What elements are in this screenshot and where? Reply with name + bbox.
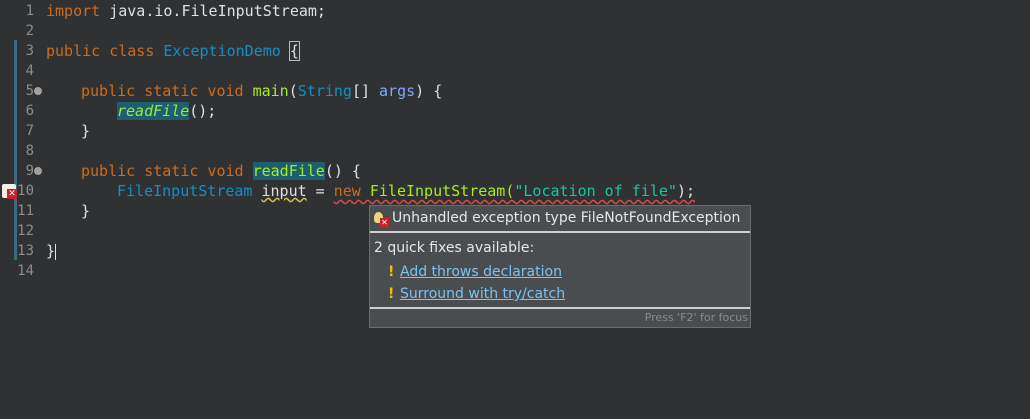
- code-line-1: import java.io.FileInputStream;: [46, 1, 326, 21]
- error-x-icon: ✕: [7, 189, 17, 199]
- popup-subtitle: 2 quick fixes available:: [374, 240, 535, 256]
- keyword: public static void: [81, 82, 244, 100]
- code-line-5: public static void main(String[] args) {: [81, 81, 442, 101]
- line-number: 1: [25, 3, 34, 19]
- method-name: main: [252, 82, 289, 100]
- variable-warning: input: [261, 182, 307, 200]
- code-line-6: readFile();: [117, 101, 216, 121]
- keyword: import: [46, 2, 101, 20]
- line-number: 14: [17, 263, 34, 279]
- surround-try-catch-link[interactable]: Surround with try/catch: [400, 283, 565, 305]
- keyword: public class: [46, 42, 155, 60]
- code-line-3: public class ExceptionDemo {: [46, 41, 300, 61]
- line-number: 9: [25, 163, 34, 179]
- method-name-highlighted: readFile: [252, 162, 325, 180]
- type-name: String: [297, 82, 352, 100]
- editor-gutter: 1 2 3 4 5 6 7 8 9 10 11 12 13 14 ✕: [0, 0, 42, 419]
- quick-fix-popup[interactable]: ✕ Unhandled exception type FileNotFoundE…: [369, 205, 751, 328]
- line-number: 7: [25, 123, 34, 139]
- add-throws-link[interactable]: Add throws declaration: [400, 261, 562, 283]
- line-number: 2: [25, 23, 34, 39]
- punctuation: );: [676, 182, 695, 200]
- import-path: java.io.FileInputStream;: [100, 2, 326, 20]
- code-line-10: FileInputStream input = new FileInputStr…: [117, 181, 695, 201]
- warning-bang-icon: !: [388, 264, 395, 280]
- line-number: 11: [17, 203, 34, 219]
- constructor-call: FileInputStream(: [369, 182, 515, 200]
- warning-bang-icon: !: [388, 286, 395, 302]
- code-line-9: public static void readFile() {: [81, 161, 361, 181]
- string-literal: "Location of file": [514, 182, 677, 200]
- operator: =: [306, 182, 334, 200]
- punctuation: (: [288, 82, 298, 100]
- punctuation: []: [351, 82, 380, 100]
- popup-header: ✕ Unhandled exception type FileNotFoundE…: [370, 206, 750, 233]
- line-number: 12: [17, 223, 34, 239]
- line-number: 4: [25, 63, 34, 79]
- text-caret: [55, 243, 57, 260]
- method-call-highlighted: readFile: [117, 102, 190, 120]
- error-quickfix-icon[interactable]: ✕: [2, 184, 17, 199]
- line-number: 5: [25, 83, 34, 99]
- collapse-fold-icon[interactable]: [34, 167, 42, 175]
- quick-fix-item[interactable]: ! Add throws declaration: [388, 261, 562, 283]
- line-number: 13: [17, 243, 34, 259]
- code-line-11: }: [81, 202, 91, 220]
- punctuation: () {: [324, 162, 361, 180]
- code-line-7: }: [81, 122, 91, 140]
- quick-fix-item[interactable]: ! Surround with try/catch: [388, 283, 565, 305]
- punctuation: ();: [189, 102, 217, 120]
- error-lightbulb-icon: ✕: [374, 211, 389, 227]
- popup-title: Unhandled exception type FileNotFoundExc…: [392, 210, 741, 226]
- code-line-13: }: [46, 241, 57, 261]
- matched-bracket: {: [288, 41, 300, 61]
- punctuation: ) {: [415, 82, 443, 100]
- popup-footer-hint: Press 'F2' for focus: [370, 307, 750, 327]
- line-number: 8: [25, 143, 34, 159]
- type-name: FileInputStream: [117, 182, 253, 200]
- line-number: 6: [25, 103, 34, 119]
- class-name: ExceptionDemo: [163, 42, 281, 60]
- collapse-fold-icon[interactable]: [34, 87, 42, 95]
- parameter-name: args: [379, 82, 416, 100]
- closing-brace: }: [46, 242, 56, 260]
- keyword: new: [333, 182, 361, 200]
- line-number: 3: [25, 43, 34, 59]
- keyword: public static void: [81, 162, 244, 180]
